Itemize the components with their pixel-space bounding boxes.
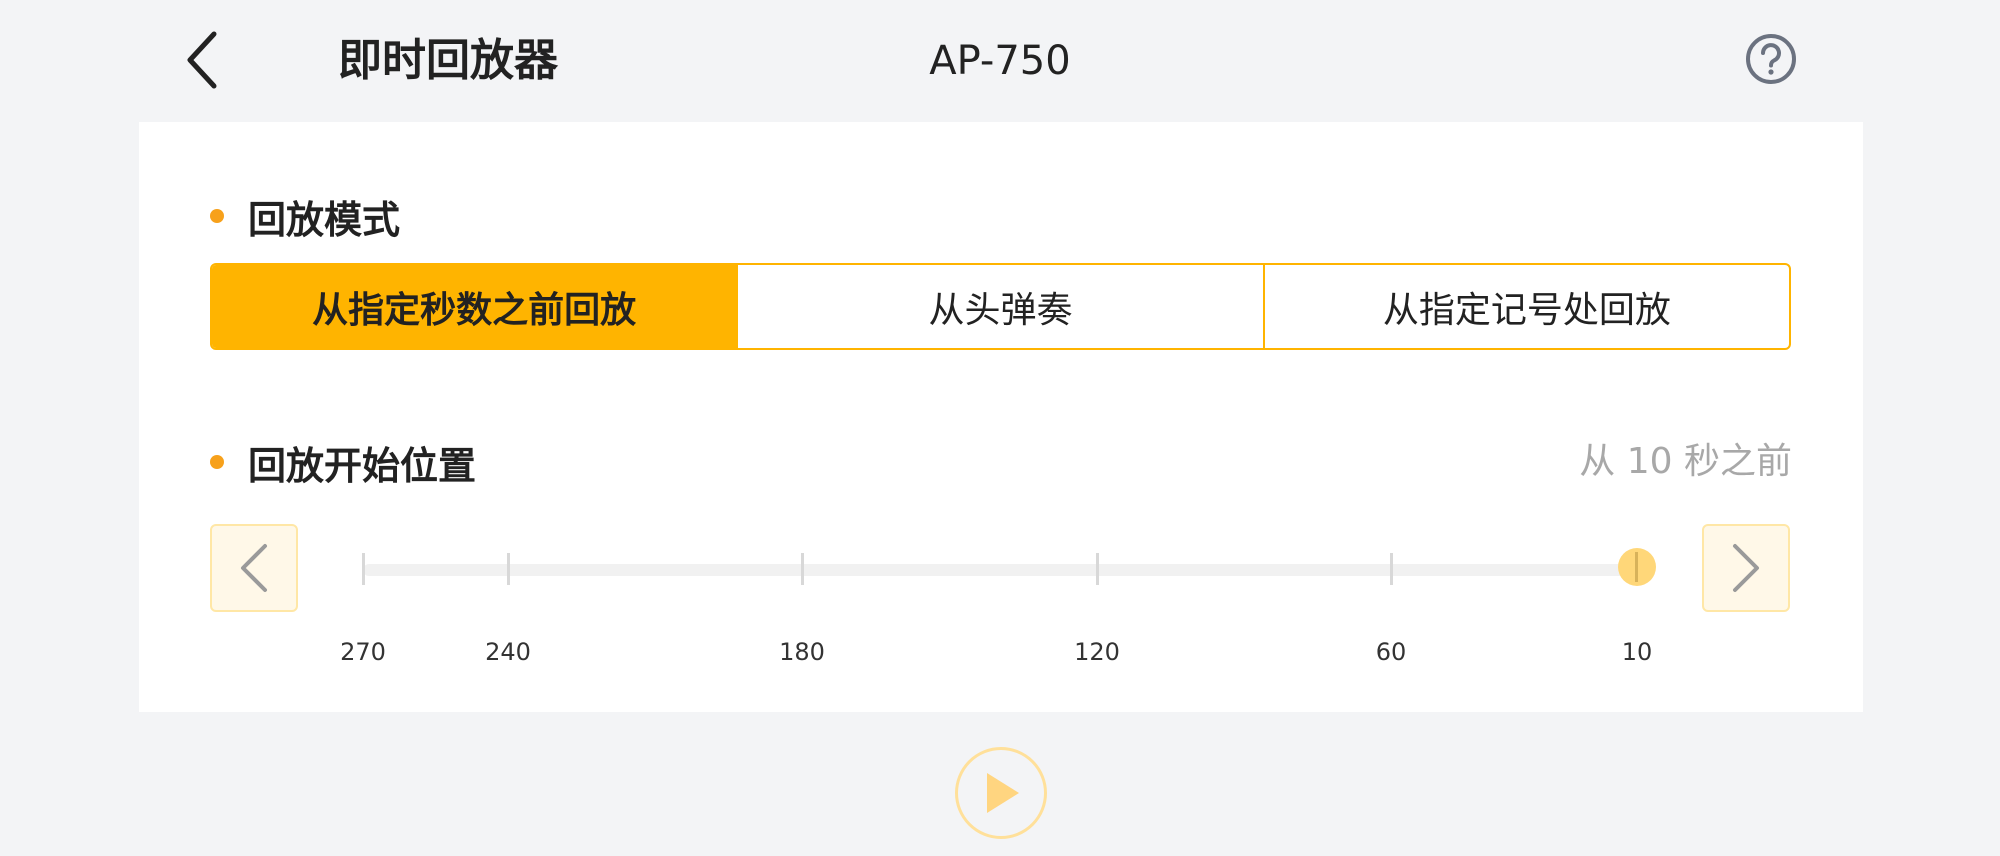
- slider-tick: [507, 553, 510, 585]
- mode-option-from-start[interactable]: 从头弹奏: [738, 265, 1265, 348]
- question-circle-icon: [1746, 34, 1796, 84]
- slider-tick-label: 180: [779, 638, 825, 666]
- help-button[interactable]: [1742, 30, 1800, 88]
- decrease-button[interactable]: [210, 524, 298, 612]
- slider-tick: [801, 553, 804, 585]
- play-button[interactable]: [955, 747, 1047, 839]
- bullet-dot: [210, 455, 224, 469]
- playback-mode-segmented-control: 从指定秒数之前回放 从头弹奏 从指定记号处回放: [210, 263, 1791, 350]
- slider-tick-label: 60: [1375, 638, 1407, 666]
- slider-tick: [1096, 553, 1099, 585]
- slider-tick-label: 120: [1074, 638, 1120, 666]
- device-name: AP-750: [929, 38, 1071, 84]
- chevron-left-icon: [241, 544, 267, 592]
- increase-button[interactable]: [1702, 524, 1790, 612]
- slider-tick-label: 10: [1621, 638, 1653, 666]
- slider-tick: [1390, 553, 1393, 585]
- slider-tick: [362, 553, 365, 585]
- mode-option-from-marker[interactable]: 从指定记号处回放: [1265, 265, 1789, 348]
- start-position-slider-track[interactable]: [363, 564, 1641, 576]
- playback-mode-label: 回放模式: [248, 197, 401, 242]
- instant-playback-screen: 即时回放器 AP-750 回放模式 从指定秒数之前回放 从头弹奏 从指定记号处回…: [0, 0, 2000, 856]
- play-icon: [987, 773, 1019, 813]
- mode-option-seconds-before[interactable]: 从指定秒数之前回放: [212, 265, 739, 348]
- settings-card: 回放模式 从指定秒数之前回放 从头弹奏 从指定记号处回放 回放开始位置 从 10…: [139, 122, 1863, 712]
- slider-tick-label: 270: [340, 638, 386, 666]
- bullet-dot: [210, 209, 224, 223]
- slider-thumb[interactable]: [1618, 548, 1656, 586]
- start-position-heading: 回放开始位置: [210, 434, 476, 490]
- start-position-value: 从 10 秒之前: [1579, 441, 1792, 482]
- playback-mode-heading: 回放模式: [210, 188, 400, 244]
- start-position-label: 回放开始位置: [248, 443, 477, 488]
- slider-tick-label: 240: [485, 638, 531, 666]
- chevron-right-icon: [1733, 544, 1759, 592]
